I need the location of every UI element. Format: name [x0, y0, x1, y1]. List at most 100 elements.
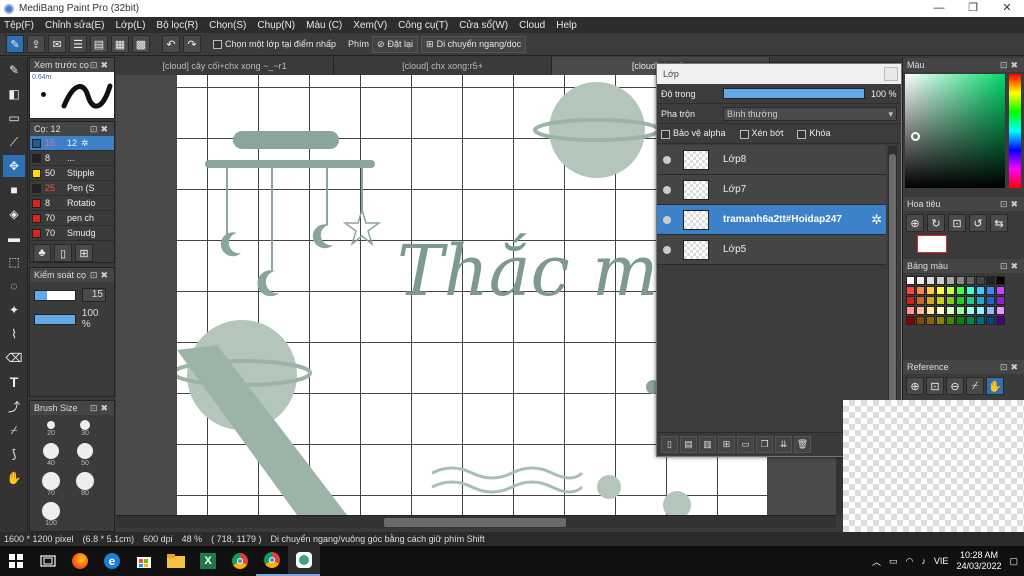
- palette-swatch[interactable]: [956, 316, 965, 325]
- size-cell[interactable]: 40: [36, 441, 66, 469]
- color-square[interactable]: [905, 74, 1005, 188]
- size-cell[interactable]: 50: [70, 441, 100, 469]
- size-slider[interactable]: [34, 289, 76, 301]
- panel-controls-icon[interactable]: ⊡✖: [1000, 259, 1021, 273]
- menu-help[interactable]: Help: [556, 20, 577, 31]
- palette-swatch[interactable]: [966, 296, 975, 305]
- move-mode-button[interactable]: ⊞ Di chuyển ngang/dọc: [421, 35, 527, 53]
- palette-swatch[interactable]: [926, 286, 935, 295]
- zoom-in-icon[interactable]: ⊕: [906, 214, 924, 232]
- fit-icon[interactable]: ⊡: [948, 214, 966, 232]
- size-value[interactable]: 15: [82, 288, 106, 302]
- reset-view-icon[interactable]: ↺: [969, 214, 987, 232]
- text-tool-icon[interactable]: T: [3, 371, 25, 393]
- color-cursor-icon[interactable]: [911, 132, 920, 141]
- folder-icon[interactable]: ▭: [737, 436, 754, 453]
- brush-item[interactable]: 25 Pen (S: [30, 181, 114, 196]
- lock-checkbox[interactable]: Khóa: [797, 128, 831, 139]
- palette-swatch[interactable]: [966, 286, 975, 295]
- menu-color[interactable]: Màu (C): [306, 20, 342, 31]
- palette-swatch[interactable]: [956, 286, 965, 295]
- menu-cloud[interactable]: Cloud: [519, 20, 545, 31]
- medibang-icon[interactable]: [288, 546, 320, 576]
- select-pen-icon[interactable]: ⌇: [3, 323, 25, 345]
- select-layer-checkbox[interactable]: Chọn một lớp tại điểm nhấp: [213, 39, 336, 49]
- menu-layer[interactable]: Lớp(L): [116, 20, 146, 31]
- fill-rect-tool-icon[interactable]: ■: [3, 179, 25, 201]
- palette-swatch[interactable]: [946, 276, 955, 285]
- chrome-active-icon[interactable]: [256, 546, 288, 576]
- share-icon[interactable]: ⇪: [27, 35, 45, 53]
- layer-item[interactable]: Lớp5: [657, 235, 886, 265]
- tab-document-2[interactable]: [cloud] chx xong:r5+: [334, 57, 552, 75]
- brush-item[interactable]: 8 Rotatio: [30, 196, 114, 211]
- task-view-icon[interactable]: [32, 546, 64, 576]
- palette-swatch[interactable]: [926, 296, 935, 305]
- menu-window[interactable]: Cửa sổ(W): [459, 20, 508, 31]
- palette-swatch[interactable]: [966, 306, 975, 315]
- size-cell[interactable]: 100: [36, 501, 66, 527]
- palette-swatch[interactable]: [926, 276, 935, 285]
- undo-icon[interactable]: ↶: [162, 35, 180, 53]
- brush-tool-icon[interactable]: ✎: [3, 59, 25, 81]
- clock[interactable]: 10:28 AM 24/03/2022: [956, 550, 1001, 572]
- operation-tool-icon[interactable]: ⤴: [3, 395, 25, 417]
- redo-icon[interactable]: ↷: [183, 35, 201, 53]
- palette-swatch[interactable]: [916, 276, 925, 285]
- firefox-icon[interactable]: [64, 546, 96, 576]
- palette-swatch[interactable]: [976, 296, 985, 305]
- palette-swatch[interactable]: [936, 306, 945, 315]
- palette-swatch[interactable]: [936, 296, 945, 305]
- palette-swatches[interactable]: [903, 273, 1024, 328]
- close-button[interactable]: ✕: [990, 0, 1024, 17]
- fit-icon[interactable]: ⊡: [926, 377, 944, 395]
- palette-swatch[interactable]: [986, 296, 995, 305]
- panel-controls-icon[interactable]: ⊡✖: [1000, 197, 1021, 211]
- palette-swatch[interactable]: [946, 286, 955, 295]
- panel-controls-icon[interactable]: ⊡✖: [1000, 360, 1021, 374]
- select-eraser-icon[interactable]: ⌫: [3, 347, 25, 369]
- brush-item[interactable]: 8...: [30, 151, 114, 166]
- rect-tool-icon[interactable]: ▭: [3, 107, 25, 129]
- eyedropper-icon[interactable]: ⌿: [3, 419, 25, 441]
- visibility-icon[interactable]: [663, 215, 671, 224]
- palette-swatch[interactable]: [986, 286, 995, 295]
- palette-swatch[interactable]: [986, 276, 995, 285]
- new-brush-icon[interactable]: ▯: [54, 244, 72, 262]
- menu-view[interactable]: Xem(V): [353, 20, 387, 31]
- brush-item[interactable]: 70 Smudg: [30, 226, 114, 241]
- palette-swatch[interactable]: [906, 276, 915, 285]
- gear-icon[interactable]: ✲: [871, 212, 882, 228]
- brush-item[interactable]: 70 pen ch: [30, 211, 114, 226]
- palette-swatch[interactable]: [936, 276, 945, 285]
- lasso-tool-icon[interactable]: ◌: [3, 275, 25, 297]
- language-indicator[interactable]: VIE: [934, 556, 949, 566]
- panel-controls-icon[interactable]: ⊡✖: [90, 58, 111, 72]
- palette-swatch[interactable]: [996, 296, 1005, 305]
- panel-controls-icon[interactable]: ⊡✖: [90, 401, 111, 415]
- palette-swatch[interactable]: [916, 316, 925, 325]
- palette-swatch[interactable]: [996, 276, 1005, 285]
- palette-swatch[interactable]: [986, 306, 995, 315]
- eyedropper-icon[interactable]: ⌿: [966, 377, 984, 395]
- edge-icon[interactable]: e: [96, 546, 128, 576]
- speech-icon[interactable]: ☰: [69, 35, 87, 53]
- brush-mode-icon[interactable]: ✎: [6, 35, 24, 53]
- panel-controls-icon[interactable]: ⊡✖: [90, 268, 111, 282]
- visibility-icon[interactable]: [663, 155, 671, 164]
- palette-swatch[interactable]: [906, 286, 915, 295]
- new-layer-icon[interactable]: ▯: [661, 436, 678, 453]
- palette-swatch[interactable]: [926, 306, 935, 315]
- select-tool-icon[interactable]: ⬚: [3, 251, 25, 273]
- panel-controls-icon[interactable]: ⊡✖: [1000, 58, 1021, 72]
- merge-layer-icon[interactable]: ⇊: [775, 436, 792, 453]
- new-halftone-layer-icon[interactable]: ▤: [680, 436, 697, 453]
- palette-swatch[interactable]: [956, 276, 965, 285]
- zoom-out-icon[interactable]: ⊖: [946, 377, 964, 395]
- clipping-checkbox[interactable]: Xén bớt: [739, 128, 783, 139]
- menu-file[interactable]: Tệp(F): [4, 20, 34, 31]
- battery-icon[interactable]: ▭: [889, 556, 898, 567]
- checkbox-icon[interactable]: [739, 129, 749, 139]
- chrome-icon[interactable]: [224, 546, 256, 576]
- comment-icon[interactable]: ✉: [48, 35, 66, 53]
